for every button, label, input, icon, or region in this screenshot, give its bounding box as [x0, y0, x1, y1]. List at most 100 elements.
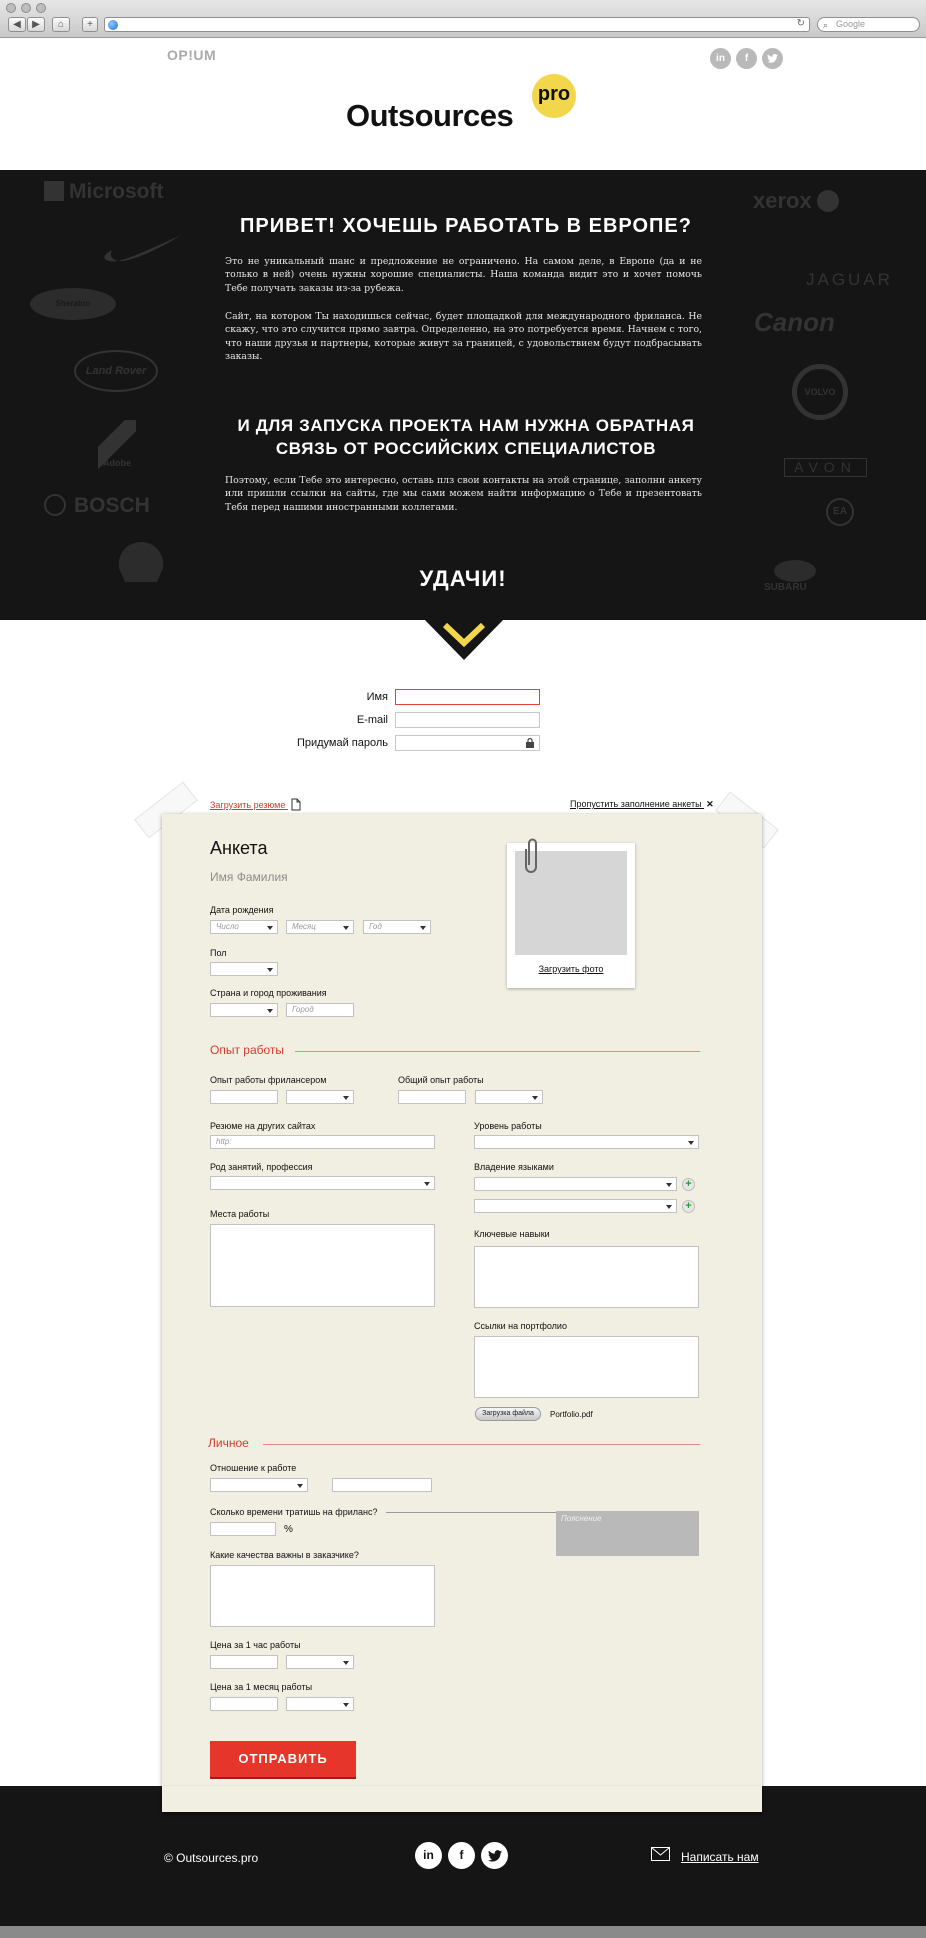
monthly-price-input[interactable]: [210, 1697, 278, 1711]
language-select-1[interactable]: [474, 1177, 677, 1191]
total-experience-unit-select[interactable]: [475, 1090, 543, 1104]
workplaces-textarea[interactable]: [210, 1224, 435, 1307]
freelance-experience-unit-select[interactable]: [286, 1090, 354, 1104]
attitude-to-work-select[interactable]: [210, 1478, 308, 1492]
nike-logo: [104, 235, 181, 262]
write-us-link[interactable]: Написать нам: [681, 1850, 759, 1864]
city-input[interactable]: Город: [286, 1003, 354, 1017]
header-social-links: in f: [710, 48, 783, 69]
workplaces-label: Места работы: [210, 1209, 270, 1219]
skip-questionnaire-link[interactable]: Пропустить заполнение анкеты ✕: [570, 799, 714, 810]
chevron-down-icon: [343, 926, 349, 930]
chevron-down-icon: [343, 1703, 349, 1707]
monthly-currency-select[interactable]: [286, 1697, 354, 1711]
country-select[interactable]: [210, 1003, 278, 1017]
footer-social-links: in f: [415, 1842, 508, 1869]
birth-day-select[interactable]: Число: [210, 920, 278, 934]
upload-file-button[interactable]: Загрузка файла: [475, 1407, 541, 1421]
bosch-logo: BOSCH: [44, 494, 150, 518]
jaguar-logo: JAGUAR: [806, 270, 893, 289]
chevron-down-icon: [666, 1205, 672, 1209]
forward-icon: ▶: [32, 19, 40, 30]
languages-label: Владение языками: [474, 1162, 554, 1172]
resume-other-sites-input[interactable]: http:: [210, 1135, 435, 1149]
chevron-down-icon: [666, 1183, 672, 1187]
chevron-down-icon: [423, 618, 505, 660]
language-select-2[interactable]: [474, 1199, 677, 1213]
sheraton-logo: Sheraton: [30, 288, 116, 320]
portfolio-links-label: Ссылки на портфолио: [474, 1321, 567, 1331]
total-experience-input[interactable]: [398, 1090, 466, 1104]
hero-paragraph-1: Это не уникальный шанс и предложение не …: [225, 256, 702, 294]
occupation-select[interactable]: [210, 1176, 435, 1190]
email-input[interactable]: [395, 712, 540, 728]
search-icon: ⌕: [823, 20, 829, 30]
xerox-logo: xerox: [753, 188, 839, 214]
linkedin-icon[interactable]: in: [415, 1842, 442, 1869]
forward-button[interactable]: ▶: [27, 17, 45, 32]
opium-logo[interactable]: OP!UM: [167, 47, 216, 63]
birth-year-select[interactable]: Год: [363, 920, 431, 934]
add-bookmark-button[interactable]: +: [82, 17, 98, 32]
percent-sign: %: [284, 1524, 293, 1535]
attitude-to-work-label: Отношение к работе: [210, 1463, 297, 1473]
hourly-currency-select[interactable]: [286, 1655, 354, 1669]
microsoft-logo: Microsoft: [44, 180, 164, 204]
facebook-icon[interactable]: f: [736, 48, 757, 69]
password-label: Придумай пароль: [296, 737, 388, 749]
section-divider: [295, 1051, 700, 1052]
home-button[interactable]: ⌂: [52, 17, 70, 32]
window-controls: [6, 3, 46, 13]
paperclip-icon: [525, 838, 537, 873]
freelance-experience-input[interactable]: [210, 1090, 278, 1104]
ea-logo: EA: [826, 498, 854, 526]
back-button[interactable]: ◀: [8, 17, 26, 32]
zoom-window-button[interactable]: [36, 3, 46, 13]
chevron-down-icon: [343, 1096, 349, 1100]
add-language-button-2[interactable]: +: [682, 1200, 695, 1213]
upload-resume-link[interactable]: Загрузить резюме: [210, 798, 301, 811]
chevron-down-icon: [267, 1009, 273, 1013]
birth-month-select[interactable]: Месяц: [286, 920, 354, 934]
attitude-to-work-input[interactable]: [332, 1478, 432, 1492]
upload-photo-link[interactable]: Загрузить фото: [507, 964, 635, 974]
browser-search-input[interactable]: ⌕ Google: [817, 17, 920, 32]
password-input[interactable]: [395, 735, 540, 751]
linkedin-icon[interactable]: in: [710, 48, 731, 69]
minimize-window-button[interactable]: [21, 3, 31, 13]
site-logo-text[interactable]: Outsources: [346, 98, 514, 134]
name-input[interactable]: [395, 689, 540, 705]
portfolio-links-textarea[interactable]: [474, 1336, 699, 1398]
personal-section-title: Личное: [208, 1436, 249, 1450]
chevron-down-icon: [424, 1182, 430, 1186]
reload-icon[interactable]: ↻: [797, 18, 805, 29]
email-label: E-mail: [356, 714, 388, 726]
work-level-select[interactable]: [474, 1135, 699, 1149]
questionnaire-sheet-bottom: [162, 1786, 762, 1812]
chevron-down-icon: [297, 1484, 303, 1488]
client-qualities-textarea[interactable]: [210, 1565, 435, 1627]
hourly-price-input[interactable]: [210, 1655, 278, 1669]
canon-logo: Canon: [754, 307, 835, 337]
home-icon: ⌂: [57, 19, 65, 30]
section-divider: [263, 1444, 700, 1445]
twitter-icon[interactable]: [762, 48, 783, 69]
work-level-label: Уровень работы: [474, 1121, 542, 1131]
twitter-icon[interactable]: [481, 1842, 508, 1869]
freelance-time-input[interactable]: [210, 1522, 276, 1536]
country-city-label: Страна и город проживания: [210, 988, 327, 998]
name-label: Имя: [366, 691, 388, 703]
footer-copyright: © Outsources.pro: [164, 1851, 259, 1865]
submit-button[interactable]: Отправить: [210, 1741, 356, 1777]
hero-paragraph-2: Сайт, на котором Ты находишься сейчас, б…: [225, 311, 702, 362]
address-bar[interactable]: ↻: [104, 17, 810, 32]
total-experience-label: Общий опыт работы: [398, 1075, 484, 1085]
questionnaire-title: Анкета: [210, 838, 268, 858]
facebook-icon[interactable]: f: [448, 1842, 475, 1869]
back-icon: ◀: [13, 19, 21, 30]
close-window-button[interactable]: [6, 3, 16, 13]
key-skills-textarea[interactable]: [474, 1246, 699, 1308]
add-language-button[interactable]: +: [682, 1178, 695, 1191]
gender-select[interactable]: [210, 962, 278, 976]
close-icon: ✕: [706, 799, 714, 809]
